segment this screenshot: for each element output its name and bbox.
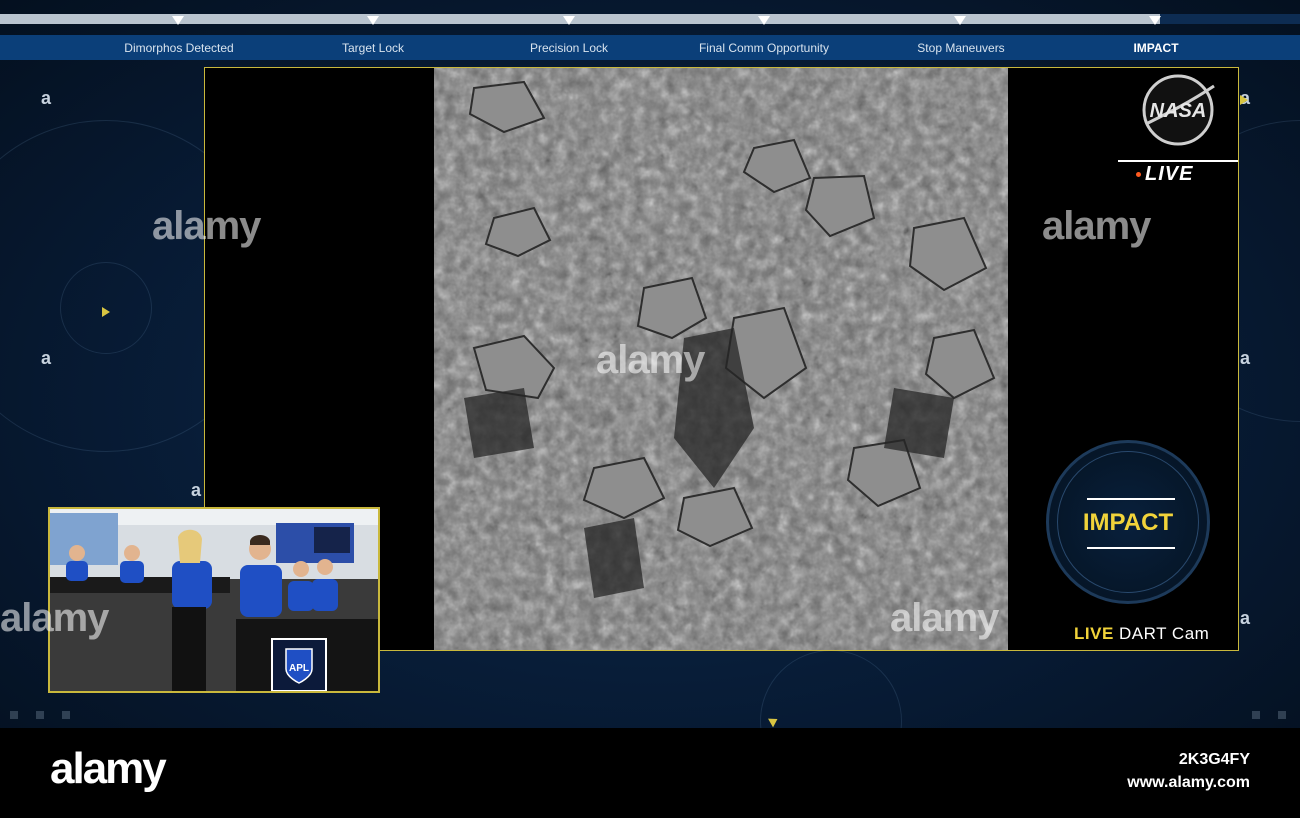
dart-camera-feed [434,68,1008,650]
milestone-dimorphos-detected: Dimorphos Detected [124,41,234,55]
broadcast-frame: Dimorphos Detected Target Lock Precision… [0,0,1300,728]
volume-icon[interactable] [36,711,44,719]
impact-divider-bottom [1087,547,1175,549]
apl-logo: APL [289,663,309,674]
live-text: LIVE [1145,163,1194,185]
asteroid-surface-image [434,68,1008,650]
milestone-impact: IMPACT [1133,41,1179,55]
nasa-logo: NASA [1140,72,1216,148]
watermark-text: alamy [152,204,261,248]
site-url: www.alamy.com [1127,774,1250,791]
timeline-marker [758,16,770,25]
impact-divider-top [1087,498,1175,500]
impact-status-label: IMPACT [1082,509,1174,536]
pause-icon[interactable] [10,711,18,719]
milestone-final-comm: Final Comm Opportunity [698,41,830,55]
corner-glyph: a [191,480,202,500]
camera-caption-live: LIVE [1074,624,1114,643]
timeline-marker [367,16,379,25]
timeline-labels: Dimorphos Detected Target Lock Precision… [0,35,1300,60]
watermark-text: alamy [0,596,109,640]
watermark-footer [0,728,1300,818]
corner-glyph: a [1240,608,1251,628]
live-dot-icon [1136,172,1141,178]
timeline-marker [172,16,184,25]
corner-glyph: a [41,88,52,108]
timeline-marker [1149,16,1161,25]
nasa-wordmark: NASA [1150,100,1207,122]
player-controls[interactable] [0,706,1300,726]
play-marker-icon [102,307,110,317]
milestone-precision-lock: Precision Lock [529,41,609,55]
settings-icon[interactable] [1252,711,1260,719]
play-marker-icon [1240,95,1248,105]
impact-status-ring: IMPACT [1046,440,1210,604]
milestone-stop-maneuvers: Stop Maneuvers [917,41,1005,55]
watermark-text: alamy [1042,204,1151,248]
live-badge: LIVE [1136,163,1193,186]
timeline-track [1160,14,1300,24]
corner-glyph: a [1240,348,1251,368]
live-divider [1118,160,1238,162]
alamy-logo: alamy [50,744,167,793]
camera-caption: LIVE DART Cam [1074,624,1209,644]
fullscreen-icon[interactable] [1278,711,1286,719]
milestone-target-lock: Target Lock [341,41,405,55]
captions-icon[interactable] [62,711,70,719]
watermark-text: alamy [596,338,705,382]
camera-caption-name: DART Cam [1119,624,1210,643]
corner-glyph: a [41,348,52,368]
timeline-marker [563,16,575,25]
timeline-marker [954,16,966,25]
image-id: 2K3G4FY [1178,751,1250,768]
watermark-text: alamy [890,596,999,640]
